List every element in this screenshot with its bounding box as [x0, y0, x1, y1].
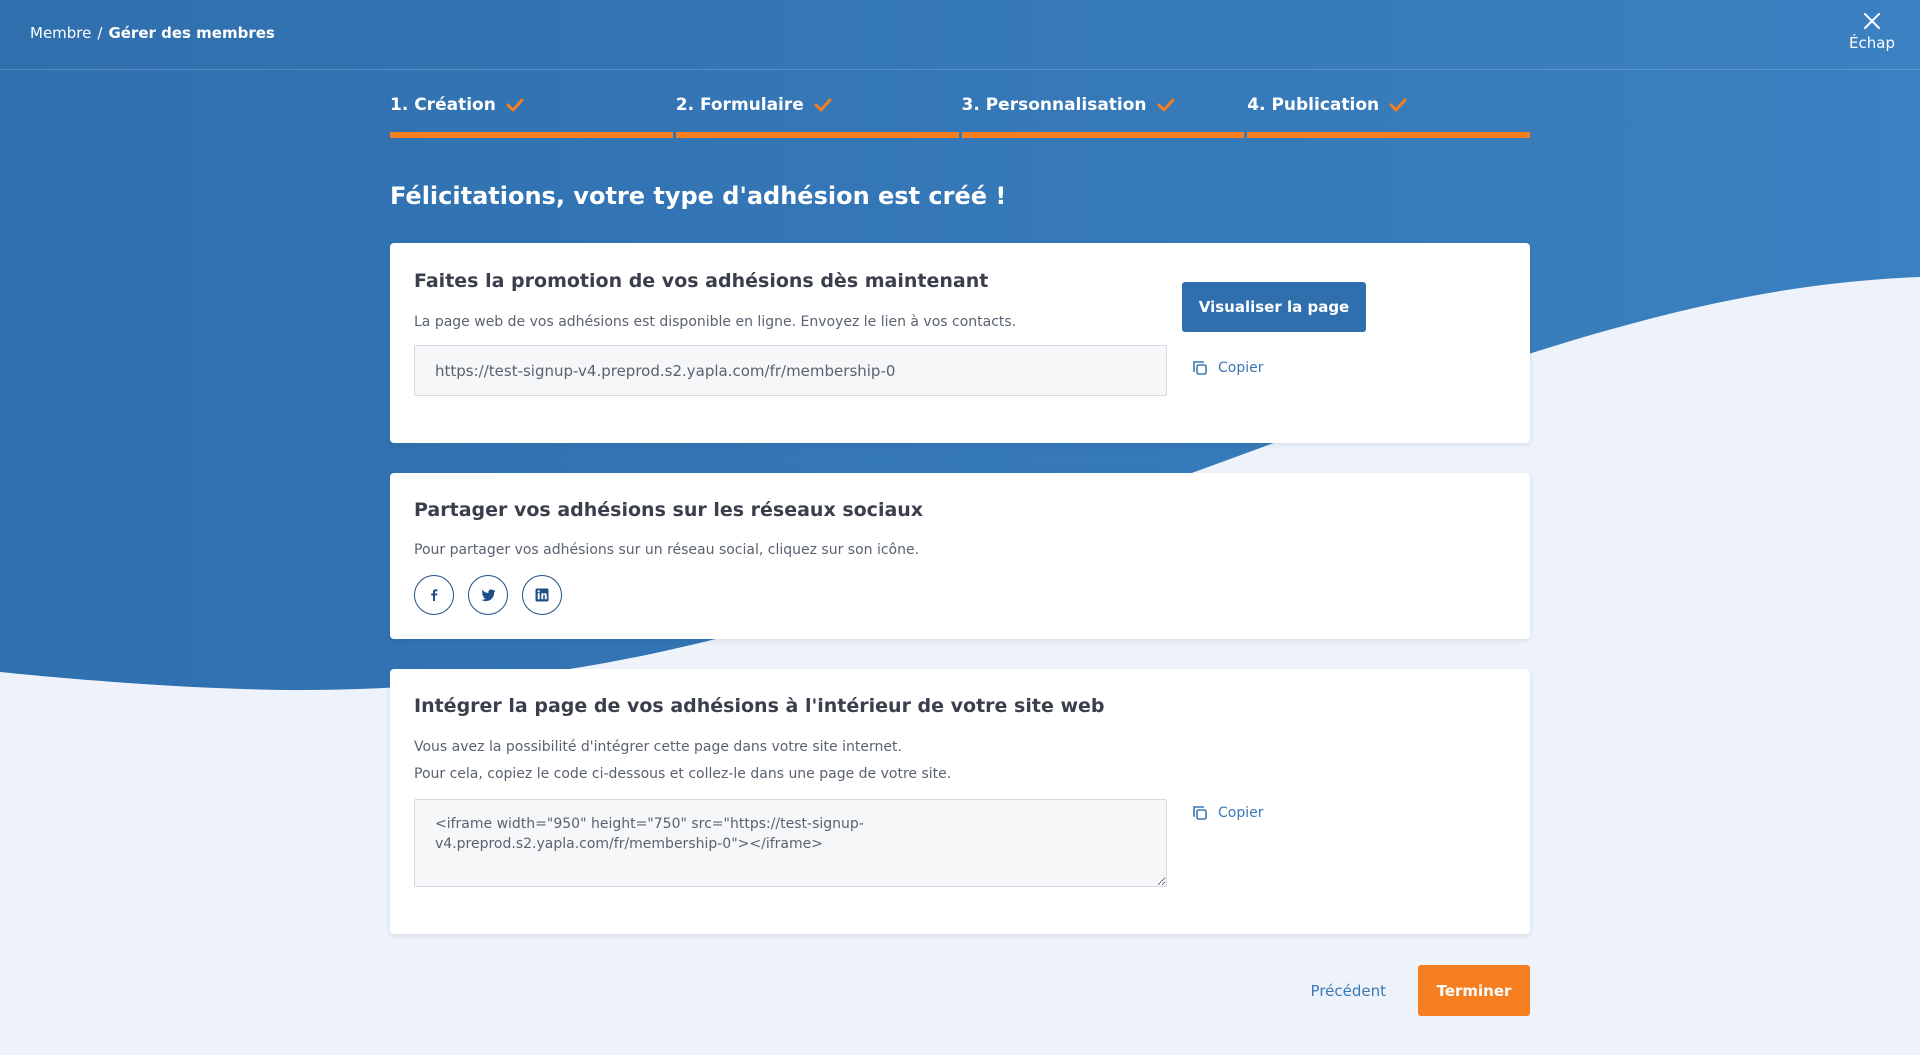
breadcrumb-separator: /: [97, 24, 103, 42]
finish-button[interactable]: Terminer: [1418, 965, 1530, 1016]
promotion-description: La page web de vos adhésions est disponi…: [414, 314, 1017, 330]
embed-card: Intégrer la page de vos adhésions à l'in…: [390, 669, 1530, 934]
close-icon: [1864, 13, 1880, 29]
embed-code-textarea[interactable]: <iframe width="950" height="750" src="ht…: [414, 799, 1167, 887]
breadcrumb-current: Gérer des membres: [108, 24, 275, 42]
social-icons: [414, 575, 562, 615]
copy-label: Copier: [1218, 360, 1264, 376]
linkedin-share-button[interactable]: [522, 575, 562, 615]
copy-icon: [1193, 361, 1207, 375]
checkmark-icon: [506, 98, 524, 112]
copy-label: Copier: [1218, 805, 1264, 821]
social-share-card: Partager vos adhésions sur les réseaux s…: [390, 473, 1530, 639]
embed-description-line-1: Vous avez la possibilité d'intégrer cett…: [414, 739, 902, 755]
step-label: 4. Publication: [1247, 95, 1380, 115]
breadcrumb: Membre / Gérer des membres: [30, 24, 275, 42]
step-creation[interactable]: 1. Création: [390, 93, 673, 138]
step-label: 1. Création: [390, 95, 496, 115]
top-bar: Membre / Gérer des membres Échap: [0, 0, 1920, 70]
checkmark-icon: [1157, 98, 1175, 112]
facebook-share-button[interactable]: [414, 575, 454, 615]
linkedin-icon: [535, 588, 549, 602]
step-label: 2. Formulaire: [675, 95, 804, 115]
step-publication[interactable]: 4. Publication: [1247, 93, 1530, 138]
breadcrumb-parent[interactable]: Membre: [30, 24, 91, 42]
twitter-icon: [480, 588, 496, 601]
social-title: Partager vos adhésions sur les réseaux s…: [414, 499, 924, 521]
copy-icon: [1193, 806, 1207, 820]
embed-title: Intégrer la page de vos adhésions à l'in…: [414, 695, 1105, 717]
step-label: 3. Personnalisation: [961, 95, 1147, 115]
previous-button[interactable]: Précédent: [1311, 982, 1386, 1000]
social-description: Pour partager vos adhésions sur un résea…: [414, 542, 920, 558]
page-title: Félicitations, votre type d'adhésion est…: [390, 182, 1007, 210]
embed-description-line-2: Pour cela, copiez le code ci-dessous et …: [414, 766, 952, 782]
checkmark-icon: [1389, 98, 1407, 112]
promotion-title: Faites la promotion de vos adhésions dès…: [414, 270, 989, 292]
promotion-card: Faites la promotion de vos adhésions dès…: [390, 243, 1530, 443]
twitter-share-button[interactable]: [468, 575, 508, 615]
escape-label: Échap: [1849, 34, 1895, 52]
footer-actions: Précédent Terminer: [1311, 965, 1530, 1016]
step-form[interactable]: 2. Formulaire: [675, 93, 959, 138]
copy-embed-button[interactable]: Copier: [1192, 805, 1264, 821]
escape-button[interactable]: Échap: [1844, 12, 1900, 52]
checkmark-icon: [814, 98, 832, 112]
view-page-button[interactable]: Visualiser la page: [1182, 282, 1366, 332]
wizard-steps: 1. Création 2. Formulaire 3. Personnalis…: [390, 93, 1530, 138]
page-url-field[interactable]: [414, 345, 1167, 396]
copy-url-button[interactable]: Copier: [1192, 360, 1264, 376]
facebook-icon: [431, 589, 438, 601]
step-customization[interactable]: 3. Personnalisation: [961, 93, 1245, 138]
